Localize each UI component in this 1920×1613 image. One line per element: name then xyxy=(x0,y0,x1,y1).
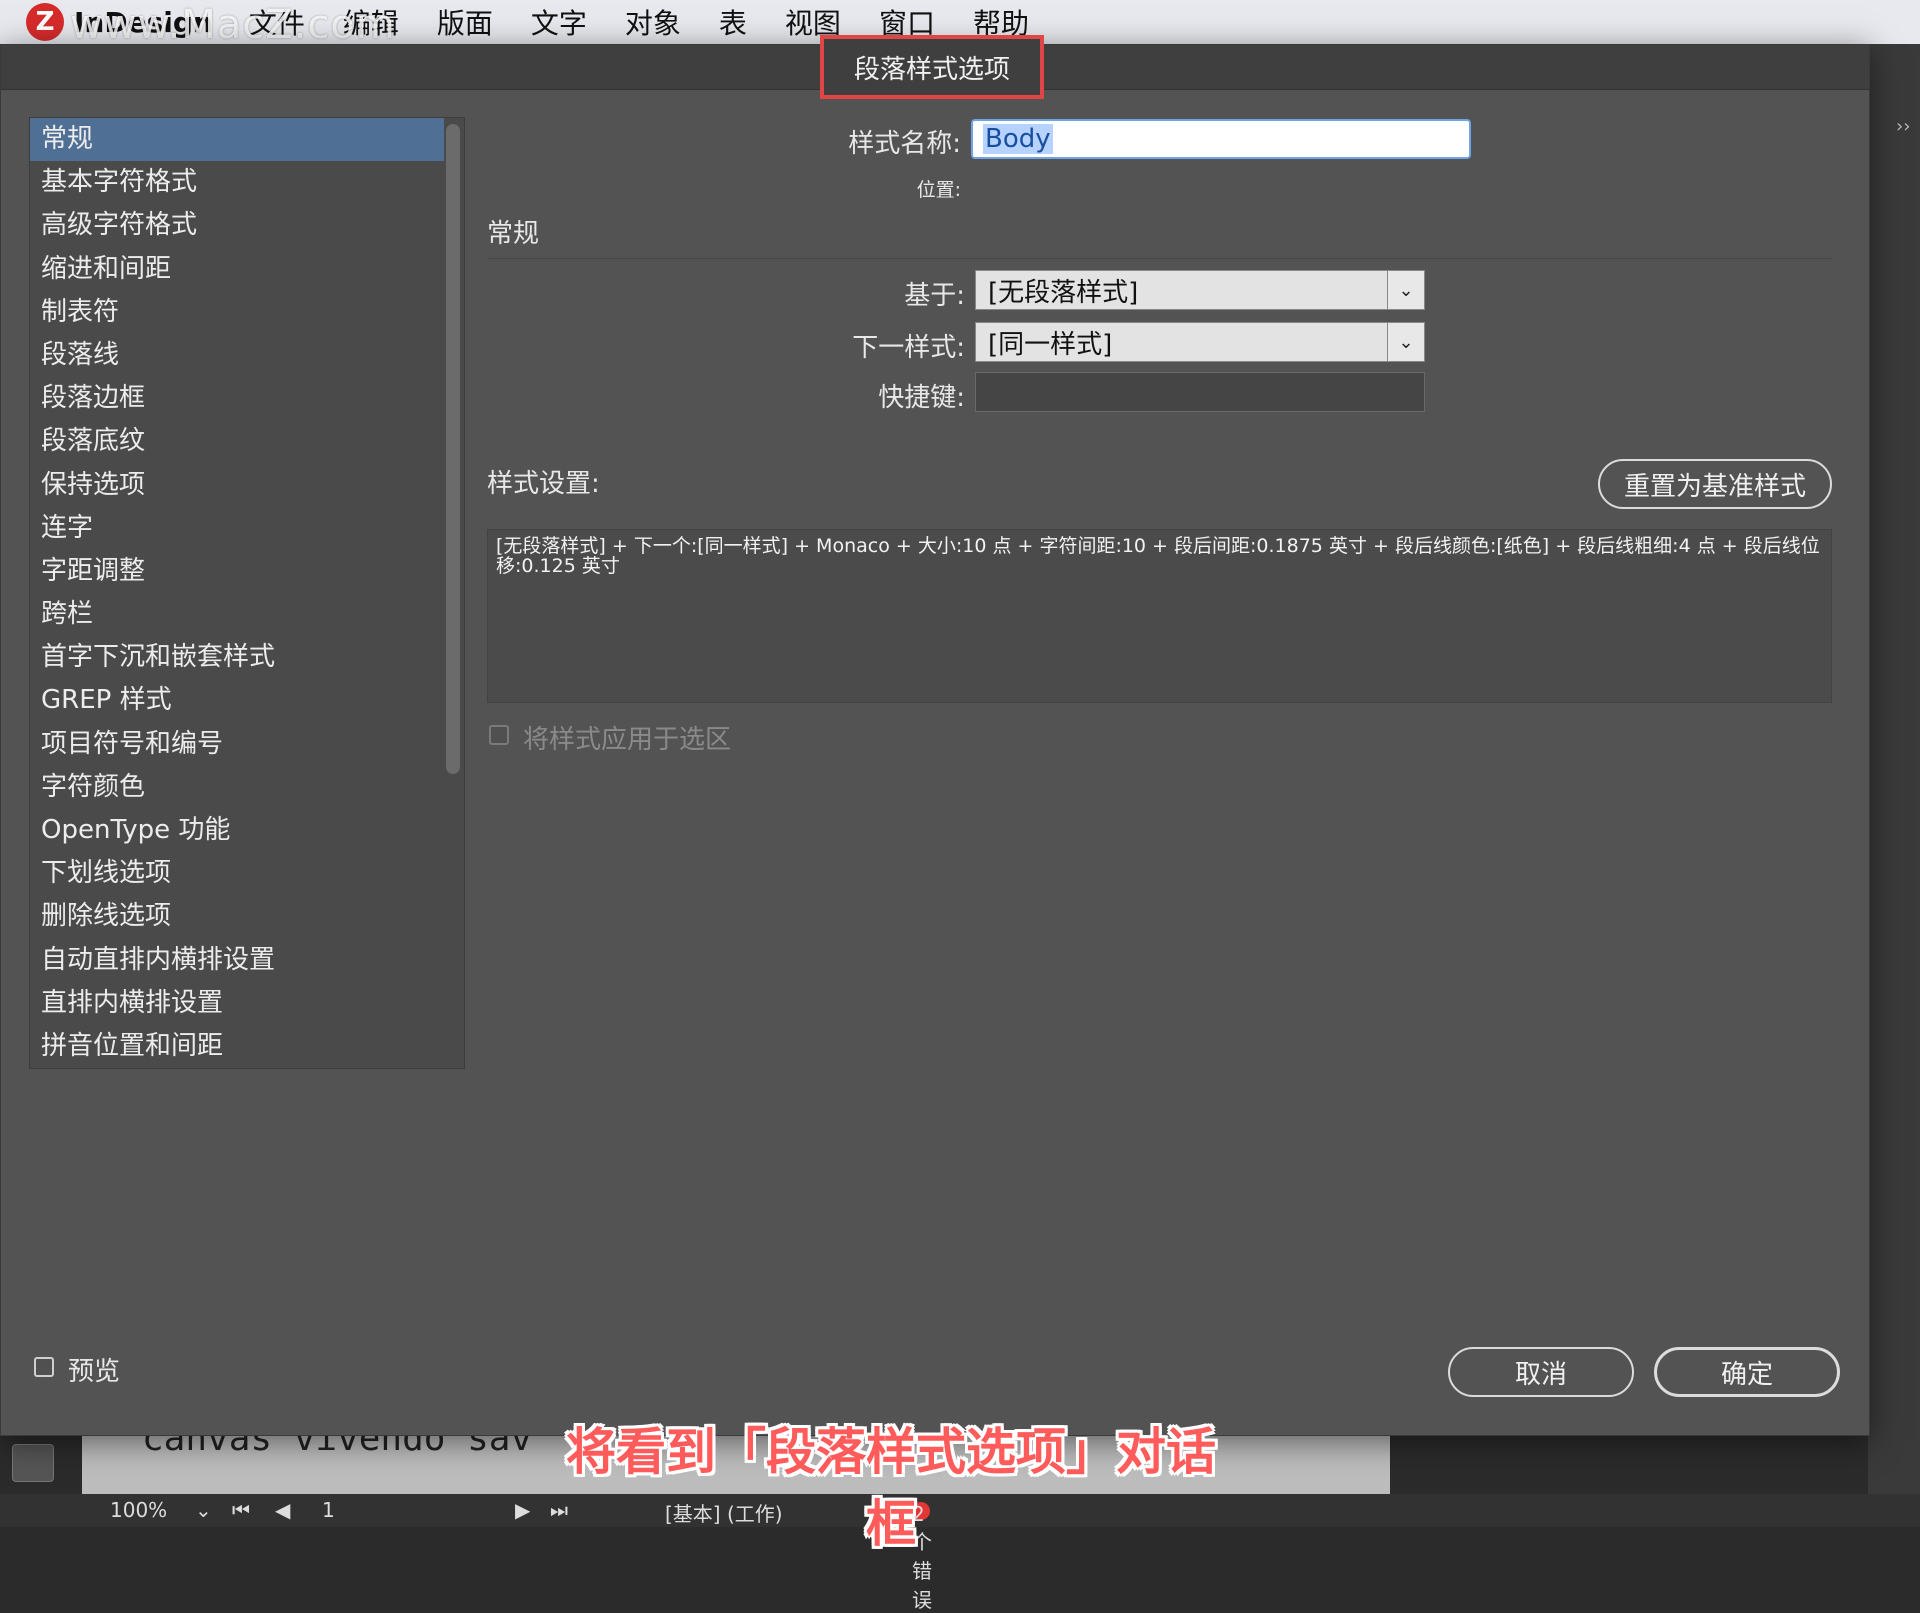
location-label: 位置: xyxy=(916,179,961,201)
apply-to-selection-checkbox[interactable] xyxy=(489,725,509,745)
menu-table[interactable]: 表 xyxy=(719,2,747,42)
category-item[interactable]: 高级字符格式 xyxy=(30,204,444,247)
category-item[interactable]: 项目符号和编号 xyxy=(30,723,444,766)
category-list: 常规 基本字符格式 高级字符格式 缩进和间距 制表符 段落线 段落边框 段落底纹… xyxy=(29,117,465,1069)
apply-to-selection-label: 将样式应用于选区 xyxy=(523,725,732,755)
based-on-value: [无段落样式] xyxy=(988,277,1139,308)
style-name-input[interactable]: Body xyxy=(971,119,1471,159)
category-item[interactable]: 字距调整 xyxy=(30,550,444,593)
menu-object[interactable]: 对象 xyxy=(625,2,681,42)
style-settings-text: [无段落样式] + 下一个:[同一样式] + Monaco + 大小:10 点 … xyxy=(487,529,1832,703)
watermark: www.MacZ.com xyxy=(70,2,396,48)
category-item[interactable]: 拼音位置和间距 xyxy=(30,1025,444,1068)
category-scrollbar[interactable] xyxy=(446,124,460,774)
tutorial-caption: 将看到「段落样式选项」对话框 xyxy=(566,1423,1216,1553)
app-logo-icon: Z xyxy=(26,3,64,41)
category-item[interactable]: 常规 xyxy=(30,118,444,162)
category-item[interactable]: 删除线选项 xyxy=(30,895,444,938)
ok-button[interactable]: 确定 xyxy=(1654,1347,1840,1397)
category-item[interactable]: 段落线 xyxy=(30,334,444,377)
zoom-dropdown-icon[interactable]: ⌄ xyxy=(195,1498,212,1522)
category-item[interactable]: 基本字符格式 xyxy=(30,161,444,204)
category-item[interactable]: 缩进和间距 xyxy=(30,248,444,291)
category-item[interactable]: 首字下沉和嵌套样式 xyxy=(30,636,444,679)
preview-checkbox[interactable] xyxy=(34,1357,54,1377)
style-settings-label: 样式设置: xyxy=(487,469,600,499)
based-on-select[interactable]: [无段落样式] ⌄ xyxy=(975,270,1425,310)
section-title: 常规 xyxy=(487,219,540,249)
chevron-down-icon: ⌄ xyxy=(1387,271,1424,309)
category-item[interactable]: 制表符 xyxy=(30,291,444,334)
shortcut-input[interactable] xyxy=(975,372,1425,412)
based-on-label: 基于: xyxy=(904,281,965,311)
paragraph-style-options-dialog: 段落样式选项 常规 基本字符格式 高级字符格式 缩进和间距 制表符 段落线 段落… xyxy=(0,35,1870,1436)
category-item[interactable]: GREP 样式 xyxy=(30,679,444,722)
category-item[interactable]: 保持选项 xyxy=(30,464,444,507)
category-item[interactable]: OpenType 功能 xyxy=(30,809,444,852)
cancel-button[interactable]: 取消 xyxy=(1448,1347,1634,1397)
right-panel-strip: ›› xyxy=(1868,44,1920,1527)
reset-to-base-button[interactable]: 重置为基准样式 xyxy=(1598,459,1832,509)
shortcut-label: 快捷键: xyxy=(878,383,965,413)
menu-type[interactable]: 文字 xyxy=(531,2,587,42)
style-name-value: Body xyxy=(983,124,1053,154)
section-divider xyxy=(487,258,1832,259)
dialog-title: 段落样式选项 xyxy=(820,35,1044,99)
first-page-icon[interactable]: ⏮ xyxy=(232,1498,250,1522)
expand-panels-icon[interactable]: ›› xyxy=(1896,116,1910,137)
category-item[interactable]: 直排内横排设置 xyxy=(30,982,444,1025)
menu-layout[interactable]: 版面 xyxy=(437,2,493,42)
next-style-select[interactable]: [同一样式] ⌄ xyxy=(975,322,1425,362)
prev-page-icon[interactable]: ◀ xyxy=(275,1498,290,1522)
category-item[interactable]: 连字 xyxy=(30,507,444,550)
zoom-level[interactable]: 100% xyxy=(110,1498,167,1522)
style-name-label: 样式名称: xyxy=(848,129,961,159)
category-item[interactable]: 段落边框 xyxy=(30,377,444,420)
preview-label: 预览 xyxy=(68,1357,121,1387)
category-item[interactable]: 下划线选项 xyxy=(30,852,444,895)
category-item[interactable]: 跨栏 xyxy=(30,593,444,636)
pages-panel-icon[interactable] xyxy=(12,1444,54,1482)
next-style-value: [同一样式] xyxy=(988,329,1113,360)
next-page-icon[interactable]: ▶ xyxy=(515,1498,530,1522)
dialog-titlebar: 段落样式选项 xyxy=(1,35,1869,99)
chevron-down-icon: ⌄ xyxy=(1387,323,1424,361)
page-number[interactable]: 1 xyxy=(322,1498,335,1522)
category-item[interactable]: 段落底纹 xyxy=(30,420,444,463)
category-item[interactable]: 字符颜色 xyxy=(30,766,444,809)
next-style-label: 下一样式: xyxy=(852,333,965,363)
category-item[interactable]: 自动直排内横排设置 xyxy=(30,939,444,982)
